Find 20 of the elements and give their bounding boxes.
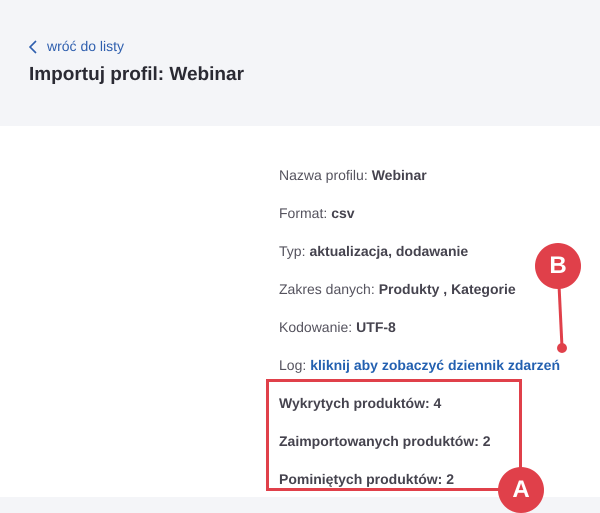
detail-value: UTF-8 <box>356 318 396 336</box>
page-title: Importuj profil: Webinar <box>29 63 245 87</box>
detail-value: csv <box>331 204 355 222</box>
chevron-left-icon <box>29 40 37 54</box>
detail-label: Typ: <box>279 242 306 261</box>
callout-marker: B <box>535 243 581 289</box>
detail-label: Format: <box>279 204 328 222</box>
stat-line: Pominiętych produktów: 2 <box>279 470 454 489</box>
back-link[interactable]: wróć do listy <box>29 36 600 57</box>
detail-value: Produkty , Kategorie <box>378 280 516 299</box>
callout-marker: A <box>498 467 544 513</box>
stat-line: Wykrytych produktów: 4 <box>279 394 442 413</box>
log-link[interactable]: kliknij aby zobaczyć dziennik zdarzeń <box>310 354 560 376</box>
detail-value: aktualizacja, dodawanie <box>309 242 468 261</box>
detail-label: Zakres danych: <box>279 280 375 299</box>
detail-label: Nazwa profilu: <box>279 166 368 185</box>
detail-value: Webinar <box>372 166 427 184</box>
detail-label: Kodowanie: <box>279 318 352 336</box>
stat-line: Zaimportowanych produktów: 2 <box>279 432 491 451</box>
detail-label: Log: <box>279 356 306 375</box>
